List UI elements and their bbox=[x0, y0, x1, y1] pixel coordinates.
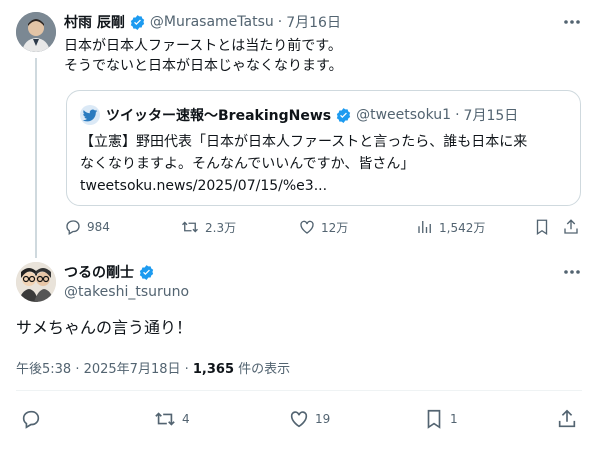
reply-author-handle[interactable]: @takeshi_tsuruno bbox=[64, 284, 189, 300]
more-options-icon[interactable] bbox=[562, 262, 582, 282]
verified-badge-icon bbox=[129, 14, 146, 31]
reply-handle-row: @takeshi_tsuruno bbox=[64, 283, 189, 301]
retweet-count: 4 bbox=[182, 412, 190, 426]
quoted-tweet-date: 7月15日 bbox=[463, 108, 519, 124]
quoted-author-name: ツイッター速報〜BreakingNews bbox=[106, 108, 332, 124]
tweet-text-line: そうでないと日本が日本じゃなくなります。 bbox=[64, 58, 343, 74]
view-label: 件の表示 bbox=[234, 362, 291, 377]
reply-header: つるの剛士 bbox=[64, 262, 159, 282]
author-handle[interactable]: @MurasameTatsu bbox=[150, 14, 274, 30]
tweet-date[interactable]: 7月16日 bbox=[286, 12, 341, 32]
retweet-button[interactable]: 2.3万 bbox=[180, 218, 236, 236]
quoted-avatar bbox=[80, 105, 100, 125]
share-button[interactable] bbox=[556, 408, 583, 430]
share-icon bbox=[564, 219, 578, 234]
bookmark-icon bbox=[536, 219, 548, 236]
retweet-icon bbox=[155, 412, 175, 426]
timestamp[interactable]: 午後5:38 · 2025年7月18日 · bbox=[16, 362, 193, 377]
like-count: 19 bbox=[315, 412, 331, 426]
reply-icon bbox=[66, 220, 80, 235]
reply-button[interactable]: 984 bbox=[64, 218, 110, 236]
tweet-text: 日本が日本人ファーストとは当たり前です。 そうでないと日本が日本じゃなくなります… bbox=[64, 36, 343, 76]
reply-icon bbox=[22, 410, 40, 429]
like-button[interactable]: 19 bbox=[288, 408, 330, 430]
separator-dot: · bbox=[277, 14, 283, 30]
like-count: 12万 bbox=[321, 220, 349, 235]
views-button[interactable]: 1,542万 bbox=[416, 218, 485, 236]
tweet-text-line: 日本が日本人ファーストとは当たり前です。 bbox=[64, 38, 342, 54]
tweet-header: 村雨 辰剛 @MurasameTatsu · 7月16日 bbox=[64, 12, 341, 32]
divider bbox=[16, 390, 582, 391]
retweet-button[interactable]: 4 bbox=[153, 408, 190, 430]
views-count: 1,542万 bbox=[439, 220, 486, 235]
bookmark-count: 1 bbox=[450, 412, 458, 426]
tweet-meta: 午後5:38 · 2025年7月18日 · 1,365 件の表示 bbox=[16, 358, 290, 377]
quoted-tweet-text: 【立憲】野田代表「日本が日本人ファーストと言ったら、誰も日本に来 なくなりますよ… bbox=[80, 131, 570, 197]
heart-icon bbox=[300, 220, 314, 234]
more-options-icon[interactable] bbox=[562, 12, 582, 32]
like-button[interactable]: 12万 bbox=[298, 218, 348, 236]
quoted-tweet-card[interactable]: ツイッター速報〜BreakingNews @tweetsoku1 · 7月15日… bbox=[66, 90, 581, 206]
quoted-link[interactable]: tweetsoku.news/2025/07/15/%e3... bbox=[80, 175, 570, 197]
reply-author-name[interactable]: つるの剛士 bbox=[64, 262, 134, 282]
thread-line bbox=[35, 58, 37, 258]
bookmark-button[interactable] bbox=[533, 218, 556, 236]
retweet-count: 2.3万 bbox=[205, 220, 237, 235]
reply-count: 984 bbox=[87, 220, 110, 234]
bookmark-button[interactable]: 1 bbox=[423, 408, 458, 430]
quoted-author-handle: @tweetsoku1 bbox=[356, 107, 452, 123]
verified-badge-icon bbox=[335, 107, 352, 124]
verified-badge-icon bbox=[138, 264, 155, 281]
avatar[interactable] bbox=[16, 12, 56, 52]
retweet-icon bbox=[182, 221, 198, 233]
quoted-text-line: なくなりますよ。そんなんでいいんですか、皆さん」 bbox=[80, 156, 415, 172]
author-name[interactable]: 村雨 辰剛 bbox=[64, 12, 125, 32]
heart-icon bbox=[290, 411, 308, 428]
separator-dot: · bbox=[455, 107, 460, 123]
reply-button[interactable] bbox=[20, 408, 47, 430]
analytics-icon bbox=[418, 221, 431, 233]
quoted-tweet-header: ツイッター速報〜BreakingNews @tweetsoku1 · 7月15日 bbox=[80, 105, 518, 125]
share-icon bbox=[558, 409, 576, 428]
quoted-text-line: 【立憲】野田代表「日本が日本人ファーストと言ったら、誰も日本に来 bbox=[80, 134, 528, 150]
avatar[interactable] bbox=[16, 262, 56, 302]
bookmark-icon bbox=[427, 409, 441, 429]
view-count: 1,365 bbox=[192, 362, 235, 377]
share-button[interactable] bbox=[562, 218, 585, 236]
reply-text: サメちゃんの言う通り！ bbox=[16, 318, 193, 337]
